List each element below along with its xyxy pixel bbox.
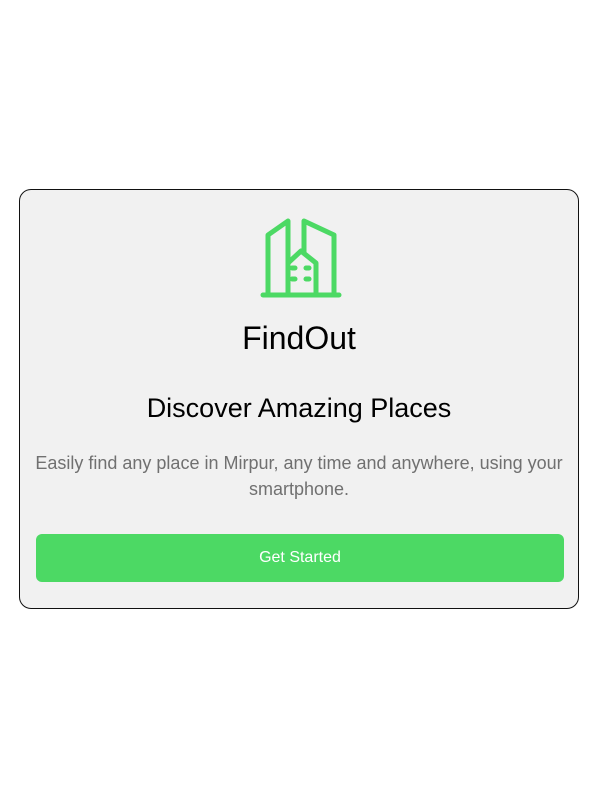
app-name: FindOut: [242, 320, 356, 356]
get-started-button[interactable]: Get Started: [36, 534, 564, 582]
onboarding-card: FindOut Discover Amazing Places Easily f…: [19, 189, 579, 609]
hero-description: Easily find any place in Mirpur, any tim…: [35, 453, 563, 499]
hero-headline: Discover Amazing Places: [146, 393, 452, 423]
building-icon: [260, 218, 342, 298]
